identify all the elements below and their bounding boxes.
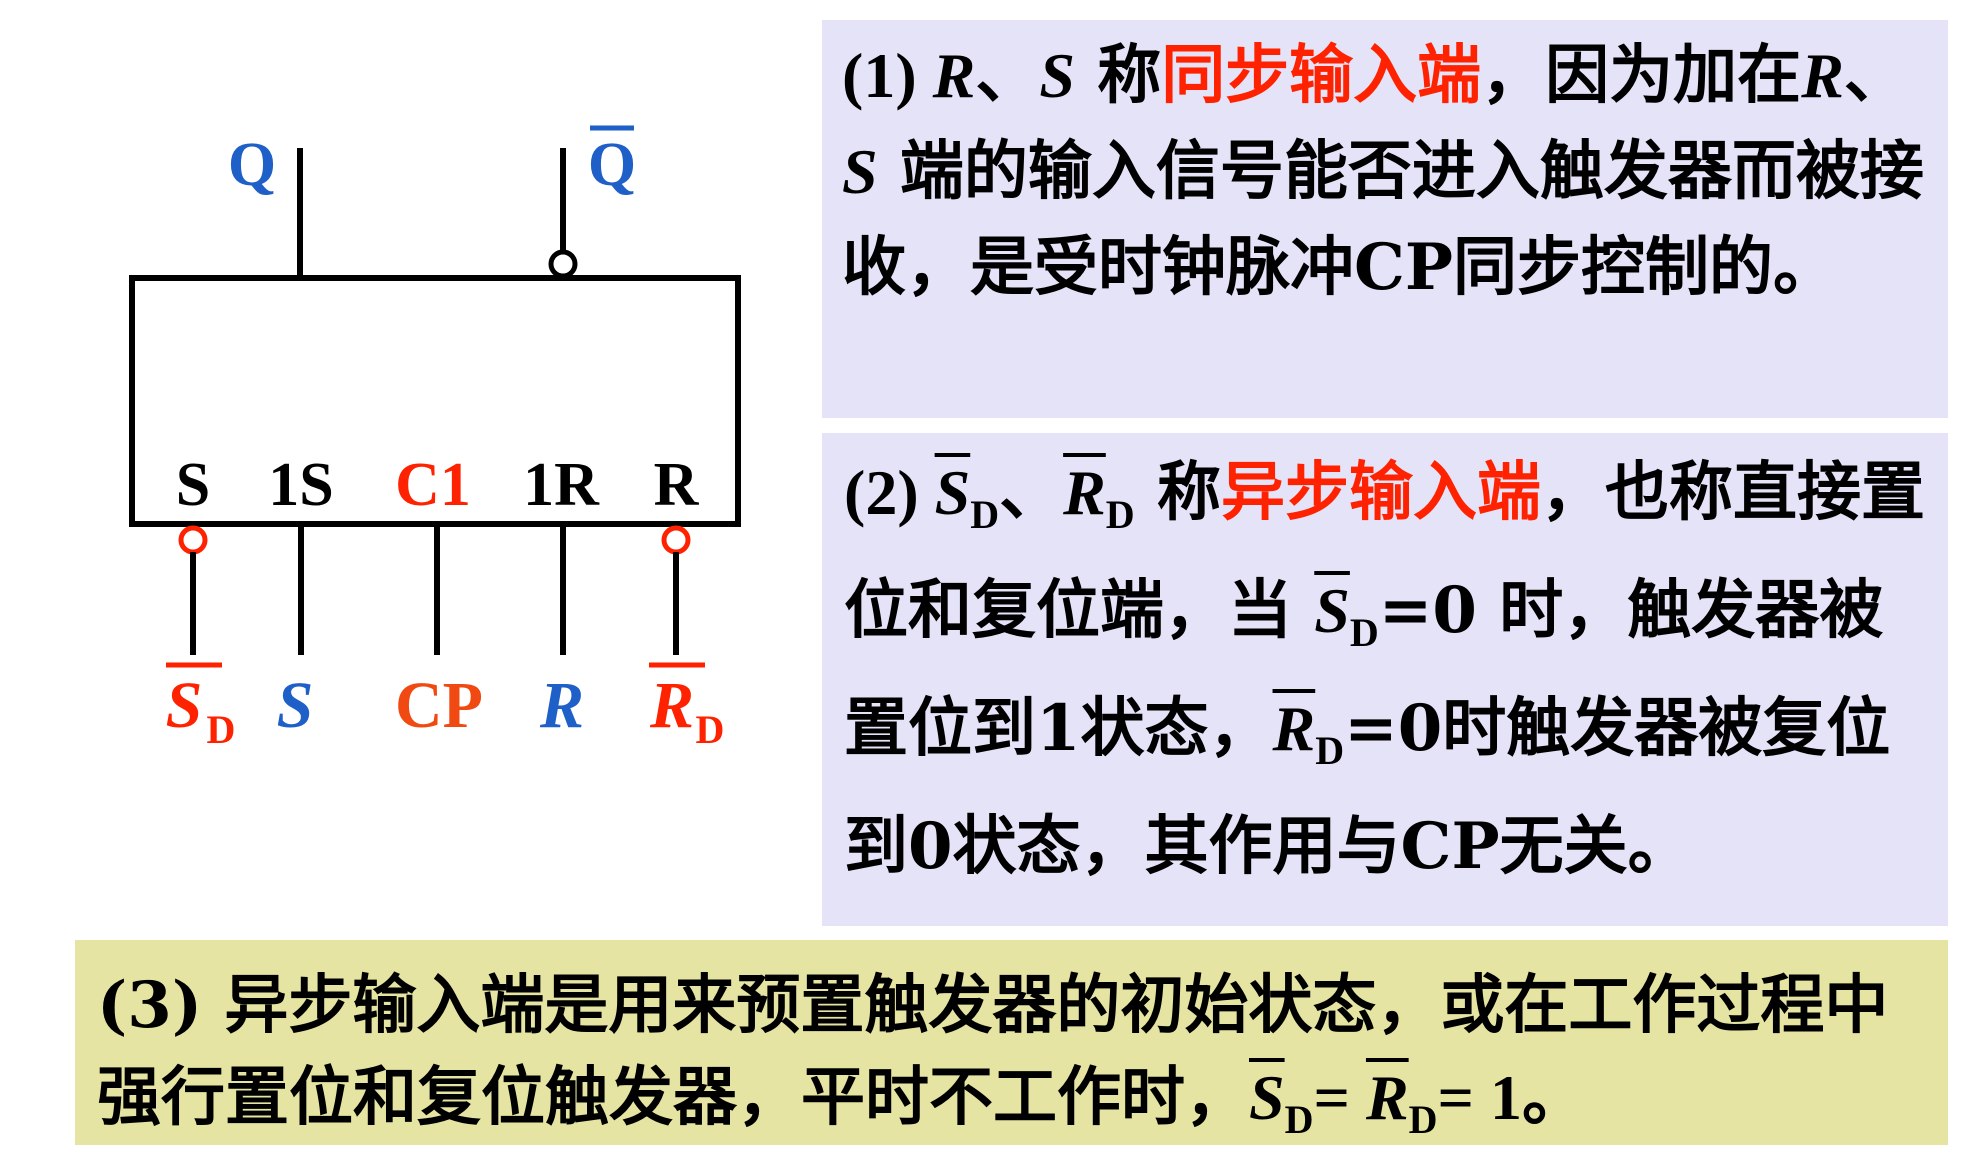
note-async-purpose: (3) 异步输入端是用来预置触发器的初始状态，或在工作过程中强行置位和复位触发器…	[75, 940, 1948, 1145]
note-number: (2)	[844, 457, 935, 528]
subscript: D	[1284, 1097, 1314, 1142]
pin-label-r: R	[654, 451, 700, 519]
rd-label-subscript: D	[696, 707, 725, 752]
subscript: D	[970, 492, 1000, 537]
pin-label-1r: 1R	[523, 451, 600, 519]
cp-label: CP	[395, 669, 483, 742]
subscript: D	[1105, 492, 1135, 537]
note-text: ，因为加在	[1481, 38, 1802, 113]
note-synchronous-inputs: (1) R、S 称同步输入端，因为加在R、S 端的输入信号能否进入触发器而被接收…	[822, 20, 1948, 418]
rd-symbol: R	[1063, 457, 1106, 528]
note-text: 称	[1134, 455, 1221, 530]
sd-symbol: S	[934, 457, 971, 528]
sd-label-subscript: D	[207, 707, 236, 752]
note-asynchronous-inputs: (2) SD、RD 称异步输入端，也称直接置位和复位端，当 SD=0 时，触发器…	[822, 433, 1948, 926]
q-label: Q	[228, 131, 276, 199]
note-text: 端的输入信号能否进入触发器而被接收，是受时钟脉冲CP同步控制的。	[842, 134, 1924, 305]
q-bar-label: Q	[588, 131, 636, 199]
pin-label-c1: C1	[395, 451, 471, 519]
sd-symbol: S	[1249, 1062, 1285, 1133]
note-number: (1)	[842, 40, 933, 111]
rd-symbol: R	[1365, 1062, 1409, 1133]
sd-label: S	[166, 669, 203, 742]
rd-inversion-bubble	[661, 525, 691, 555]
sd-symbol: S	[1314, 575, 1350, 646]
equals-one: = 1。	[1437, 1062, 1586, 1133]
subscript: D	[1315, 728, 1345, 773]
highlight-term: 异步输入端	[1220, 455, 1541, 530]
note-text: 称	[1074, 38, 1162, 113]
subscript: D	[1349, 610, 1379, 655]
pin-label-s: S	[176, 451, 210, 519]
s-symbol: S	[842, 136, 878, 207]
rd-symbol: R	[1272, 693, 1316, 764]
separator: 、	[1843, 38, 1908, 113]
separator: 、	[975, 38, 1040, 113]
r-symbol: R	[1801, 40, 1844, 111]
flip-flop-symbol: Q Q S 1S C1 1R R S D S CP R R D	[129, 125, 741, 752]
subscript: D	[1408, 1097, 1438, 1142]
s-symbol: S	[1039, 40, 1075, 111]
rd-label: R	[649, 669, 694, 742]
separator: 、	[999, 455, 1064, 530]
r-input-label: R	[539, 669, 584, 742]
note-text: (3) 异步输入端是用来预置触发器的初始状态，或在工作过程中强行置位和复位触发器…	[97, 968, 1889, 1135]
q-bar-inversion-bubble	[548, 249, 578, 279]
pin-label-1s: 1S	[268, 451, 333, 519]
equals: =	[1313, 1062, 1366, 1133]
s-input-label: S	[277, 669, 314, 742]
sd-inversion-bubble	[178, 525, 208, 555]
r-symbol: R	[932, 40, 976, 111]
highlight-term: 同步输入端	[1161, 38, 1482, 113]
